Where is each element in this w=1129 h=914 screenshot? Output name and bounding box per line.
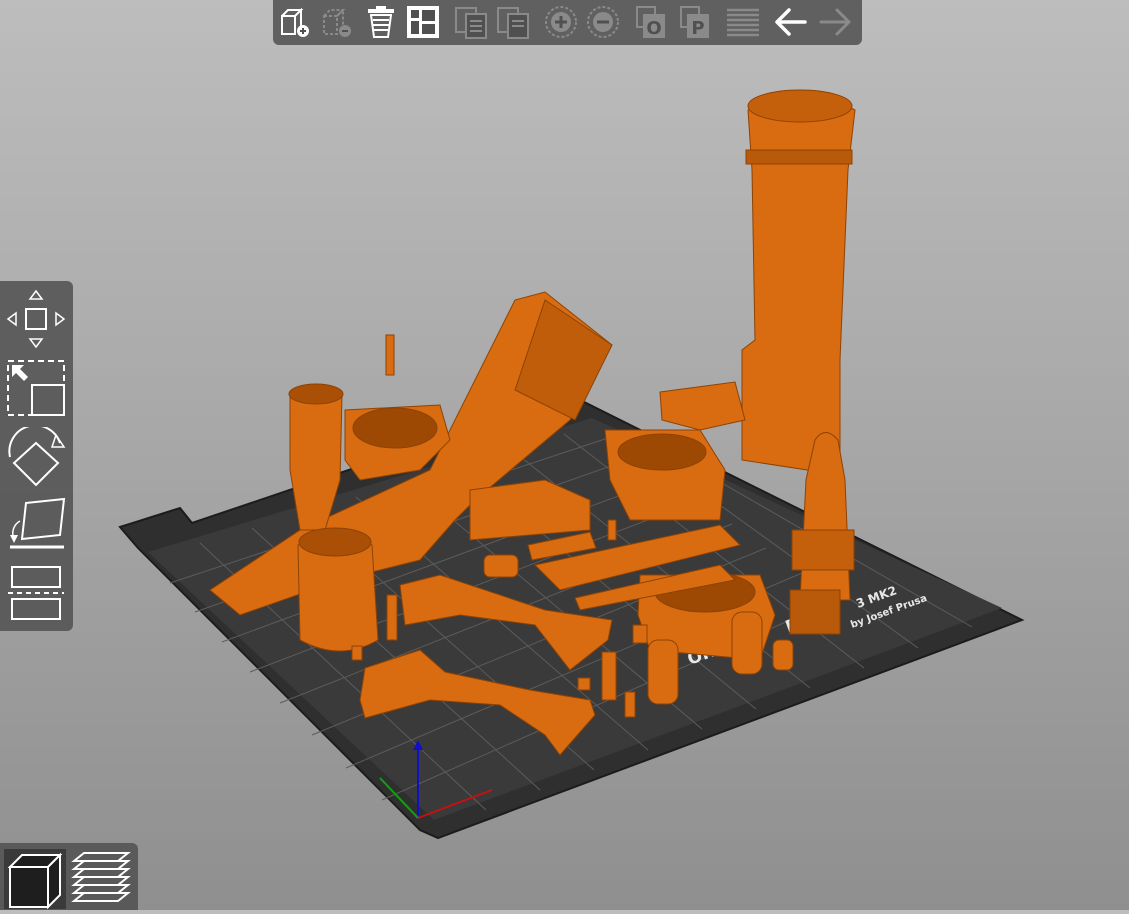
gizmo-toolbar [0, 281, 73, 631]
place-on-face-button[interactable] [6, 495, 66, 553]
add-instance-button[interactable] [543, 4, 579, 40]
view-toggle [0, 843, 138, 910]
scale-tool-icon [7, 360, 65, 416]
delete-object-icon [323, 7, 351, 37]
delete-all-icon [368, 6, 394, 38]
rotate-tool-icon [8, 427, 66, 487]
delete-object-button[interactable] [319, 4, 355, 40]
delete-all-button[interactable] [363, 4, 399, 40]
cut-tool-icon [8, 566, 64, 620]
add-instance-icon [545, 6, 577, 38]
copy-button[interactable] [453, 4, 489, 40]
add-object-icon [281, 7, 309, 37]
split-parts-icon: P [680, 6, 709, 39]
copy-icon [455, 7, 487, 39]
layers-editing-icon [727, 8, 759, 37]
top-toolbar: O P [273, 0, 862, 45]
split-objects-glyph: O [646, 18, 661, 39]
remove-instance-icon [587, 6, 619, 38]
3d-view-icon [7, 852, 63, 910]
preview-layers-icon [71, 852, 131, 902]
paste-icon [497, 7, 529, 39]
layers-editing-button[interactable] [725, 4, 761, 40]
move-tool-icon [6, 289, 66, 349]
move-tool-button[interactable] [6, 289, 66, 351]
preview-button[interactable] [70, 849, 132, 909]
cut-tool-button[interactable] [6, 563, 66, 625]
scene: ORIGI P 3 MK2 by Josef Prusa [118, 89, 1025, 840]
split-parts-button[interactable]: P [677, 4, 713, 40]
scale-tool-button[interactable] [6, 357, 66, 419]
rotate-tool-button[interactable] [6, 427, 66, 489]
redo-icon [819, 8, 851, 36]
remove-instance-button[interactable] [585, 4, 621, 40]
arrange-button[interactable] [405, 4, 441, 40]
3d-view-button[interactable] [4, 849, 66, 910]
3d-viewport[interactable]: ORIGI P 3 MK2 by Josef Prusa [0, 0, 1129, 910]
paste-button[interactable] [495, 4, 531, 40]
split-objects-button[interactable]: O [633, 4, 669, 40]
place-on-face-icon [10, 497, 66, 549]
arrange-icon [407, 6, 439, 38]
redo-button[interactable] [817, 4, 853, 40]
add-object-button[interactable] [277, 4, 313, 40]
undo-button[interactable] [773, 4, 809, 40]
split-parts-glyph: P [691, 18, 704, 39]
undo-icon [775, 8, 807, 36]
split-objects-icon: O [636, 6, 665, 39]
